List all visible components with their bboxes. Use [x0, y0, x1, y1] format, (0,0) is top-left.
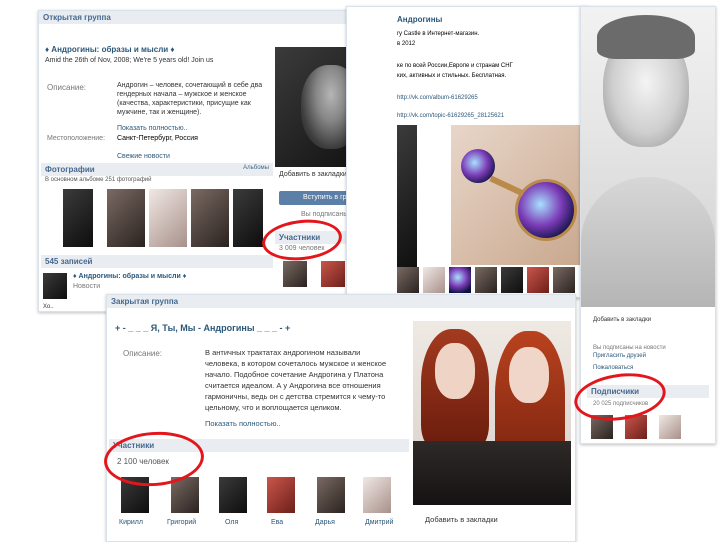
description-label: Описание:: [123, 349, 163, 358]
member-name[interactable]: Кирилл: [119, 519, 143, 526]
photo-thumb[interactable]: [191, 189, 229, 247]
photos-all-link[interactable]: Альбомы: [243, 165, 269, 171]
show-full-link[interactable]: Показать полностью..: [117, 125, 188, 132]
model-hair: [597, 15, 695, 59]
member-name[interactable]: Дарья: [315, 519, 335, 526]
description-label: Описание:: [47, 83, 87, 92]
album-link[interactable]: http://vk.com/album-61629265: [397, 95, 478, 101]
model-face-right: [509, 347, 549, 403]
photo-thumb[interactable]: [149, 189, 187, 247]
group-subtitle: Amid the 26th of Nov, 2008; We're 5 year…: [45, 57, 214, 64]
photo-thumb[interactable]: [107, 189, 145, 247]
group-title[interactable]: ♦ Андрогины: образы и мысли ♦: [45, 45, 175, 54]
wall-header: 545 записей: [41, 255, 273, 268]
shop-page: Андрогины ry Castle в Интернет-магазин. …: [346, 6, 588, 298]
bracelet-chain: [489, 175, 525, 197]
model-face-left: [435, 343, 475, 399]
report-link[interactable]: Пожаловаться: [593, 365, 633, 371]
post-subtitle: Новости: [73, 283, 101, 290]
subscriber-avatar[interactable]: [659, 415, 681, 439]
model-portrait[interactable]: [581, 7, 715, 307]
group-page-androgins: Открытая группа ♦ Андрогины: образы и мы…: [38, 10, 392, 312]
description-text: В античных трактатах андрогином называли…: [205, 348, 387, 412]
shop-thumb[interactable]: [475, 267, 497, 293]
group-type-header: Закрытая группа: [107, 295, 575, 308]
member-name[interactable]: Григорий: [167, 519, 196, 526]
bracelet-photo[interactable]: [451, 125, 581, 265]
location-value: Санкт-Петербург, Россия: [117, 135, 198, 142]
group-title[interactable]: + - _ _ _ Я, Ты, Мы - Андрогины _ _ _ - …: [115, 323, 290, 333]
shop-thumb[interactable]: [449, 267, 471, 293]
bookmark-link[interactable]: Добавить в закладки: [593, 317, 651, 323]
wall-count: 545 записей: [45, 257, 93, 266]
shop-line-4: ких, активных и стильных. Бесплатная.: [397, 73, 507, 79]
photos-count: В основном альбоме 251 фотографий: [45, 177, 152, 183]
dress-photo[interactable]: [397, 125, 417, 275]
shop-line-2: в 2012: [397, 41, 416, 47]
notify-text: Вы подписаны на новости: [593, 345, 666, 351]
shop-thumb[interactable]: [423, 267, 445, 293]
bookmark-link[interactable]: Добавить в закладки: [425, 515, 498, 524]
shop-line-1: ry Castle в Интернет-магазин.: [397, 31, 480, 37]
post-avatar[interactable]: [43, 273, 67, 299]
description-text: Андрогин – человек, сочетающий в себе дв…: [117, 82, 263, 116]
show-full-link[interactable]: Показать полностью..: [205, 419, 281, 428]
member-avatar[interactable]: [219, 477, 247, 513]
shop-thumb[interactable]: [397, 267, 419, 293]
invite-link[interactable]: Пригласить друзей: [593, 353, 646, 359]
photos-header: Фотографии Альбомы: [41, 163, 273, 176]
member-avatar[interactable]: [321, 261, 345, 287]
bookmark-link[interactable]: Добавить в закладки: [279, 171, 347, 178]
subscribed-link[interactable]: Вы подписаны: [301, 211, 348, 218]
model-shoulders: [581, 177, 715, 307]
member-avatar[interactable]: [267, 477, 295, 513]
member-name[interactable]: Ева: [271, 519, 283, 526]
shop-thumb[interactable]: [553, 267, 575, 293]
shop-thumb-row: [397, 267, 587, 295]
location-label: Местоположение:: [47, 135, 106, 142]
shop-title[interactable]: Андрогины: [397, 15, 442, 24]
member-avatar[interactable]: [283, 261, 307, 287]
group-type-header: Открытая группа: [39, 11, 391, 24]
member-name[interactable]: Дмитрий: [365, 519, 393, 526]
galaxy-stone: [515, 179, 577, 241]
photos-label[interactable]: Фотографии: [45, 165, 95, 174]
models-clothes: [413, 441, 571, 505]
photo-thumb[interactable]: [233, 189, 263, 247]
member-name[interactable]: Оля: [225, 519, 238, 526]
post-snippet: Хо.. чтобы.. общ.. «приве.. Оха безу: [43, 304, 54, 310]
topic-link[interactable]: http://vk.com/topic-61629265_28125621: [397, 113, 504, 119]
shop-thumb[interactable]: [501, 267, 523, 293]
news-link[interactable]: Свежие новости: [117, 153, 170, 160]
post-author[interactable]: ♦ Андрогины: образы и мысли ♦: [73, 273, 186, 280]
shop-thumb[interactable]: [527, 267, 549, 293]
member-avatar[interactable]: [317, 477, 345, 513]
member-avatar[interactable]: [363, 477, 391, 513]
photo-thumb[interactable]: [63, 189, 93, 247]
closed-group-page: Закрытая группа + - _ _ _ Я, Ты, Мы - Ан…: [106, 294, 576, 542]
group-avatar-photo[interactable]: [413, 321, 571, 505]
shop-line-3: ке по всей России,Европе и странам СНГ: [397, 63, 513, 69]
